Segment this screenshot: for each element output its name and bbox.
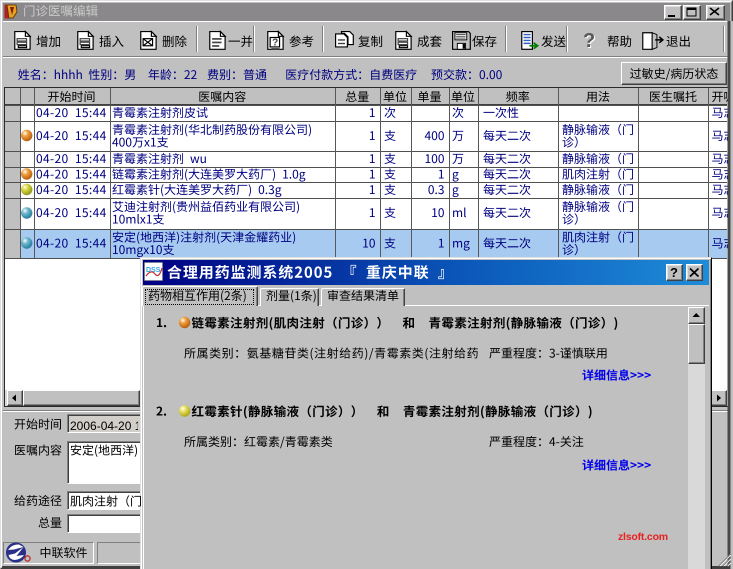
- svg-text:?: ?: [583, 30, 595, 52]
- svg-text:?: ?: [670, 265, 678, 280]
- svg-text:?: ?: [272, 37, 278, 48]
